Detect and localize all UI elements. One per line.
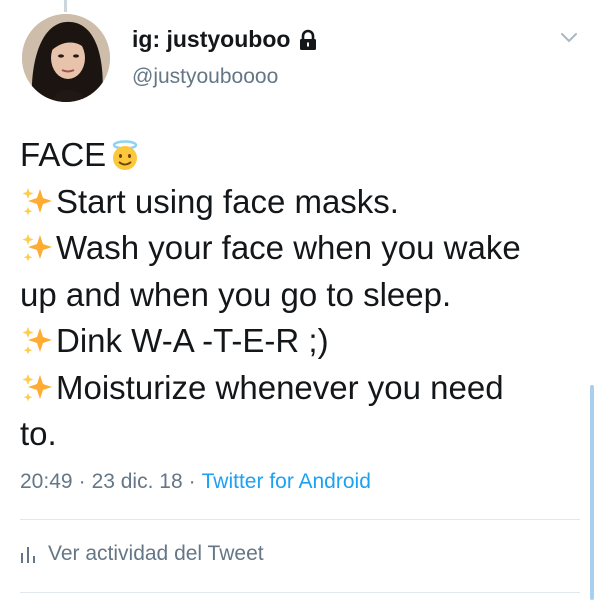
view-tweet-activity-button[interactable]: Ver actividad del Tweet [20,540,264,568]
tweet-text: FACE Start using face masks. Wash your f… [20,132,590,458]
avatar[interactable] [22,14,110,102]
sparkles-icon [20,185,54,219]
lock-icon [298,28,318,50]
bar-chart-icon [21,547,35,563]
tweet-line-1: Start using face masks. [20,179,590,226]
thread-connector-line [64,0,67,12]
tweet-source-link[interactable]: Twitter for Android [202,470,371,493]
display-name-row[interactable]: ig: justyouboo [132,24,318,54]
divider [20,592,580,593]
tweet-line-text: Moisturize whenever you need [56,368,504,406]
meta-separator: · [78,470,86,493]
author-handle[interactable]: @justyouboooo [132,64,318,90]
tweet-line-3: Dink W-A -T-E-R ;) [20,318,590,365]
sparkles-icon [20,324,54,358]
display-name[interactable]: ig: justyouboo [132,24,290,54]
tweet-time: 20:49 [20,470,73,493]
smiling-face-with-halo-icon [108,138,142,172]
divider [20,519,580,520]
meta-separator: · [188,470,196,493]
tweet-title: FACE [20,136,107,173]
scrollbar[interactable] [590,385,594,600]
tweet-line-4-continued: to. [20,415,57,452]
tweet-card: ig: justyouboo @justyouboooo FACE Start … [0,0,600,600]
tweet-line-2: Wash your face when you wake [20,225,590,272]
sparkles-icon [20,231,54,265]
tweet-line-text: Start using face masks. [56,182,399,220]
tweet-line-text: Wash your face when you wake [56,229,521,266]
tweet-line-2-continued: up and when you go to sleep. [20,275,452,313]
author-names: ig: justyouboo @justyouboooo [132,24,318,90]
chevron-down-icon[interactable] [560,32,578,44]
tweet-line-title: FACE [20,132,590,179]
tweet-line-4: Moisturize whenever you need [20,365,590,412]
sparkles-icon [20,371,54,405]
view-tweet-activity-label: Ver actividad del Tweet [48,542,264,565]
tweet-meta: 20:49 · 23 dic. 18 · Twitter for Android [20,468,371,496]
tweet-line-text: Dink W-A -T-E-R ;) [56,322,329,359]
tweet-date: 23 dic. 18 [91,470,183,493]
